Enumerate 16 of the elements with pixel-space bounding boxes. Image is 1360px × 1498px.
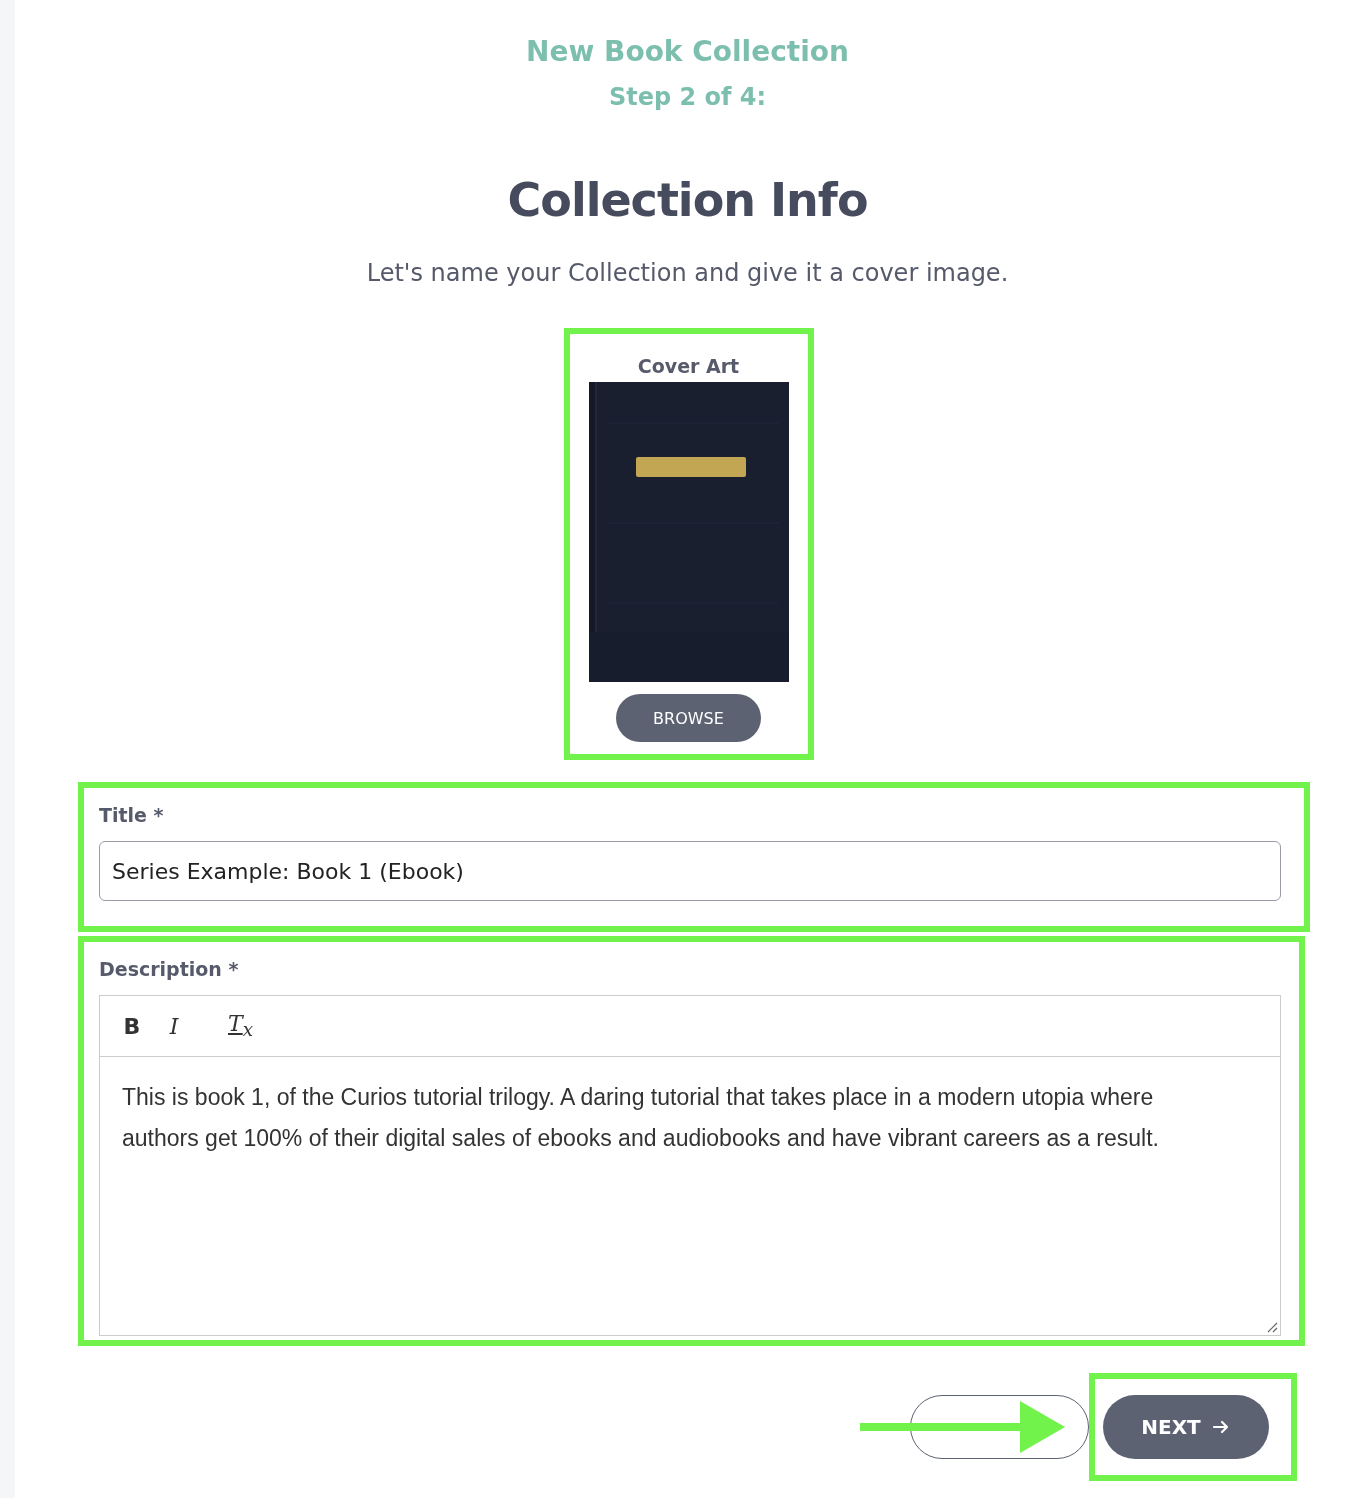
italic-button[interactable]: I — [160, 1013, 188, 1039]
browse-button[interactable]: BROWSE — [616, 694, 761, 742]
page-heading: Collection Info — [507, 172, 868, 228]
resize-grip-icon[interactable] — [1266, 1321, 1278, 1333]
title-label: Title * — [99, 803, 165, 827]
wizard-title: New Book Collection — [526, 34, 849, 70]
page-subtitle: Let's name your Collection and give it a cover image. — [366, 258, 1009, 288]
description-editor[interactable] — [99, 995, 1281, 1336]
step-indicator: Step 2 of 4: — [608, 82, 767, 112]
description-text: This is book 1, of the Curios tutorial trilogy. A daring tutorial that takes place in a modern utopia where authors get 100% of their digital sales of ebooks and audiobooks and have vibrant careers as a result. — [121, 1083, 1160, 1153]
next-button[interactable]: NEXT — [1103, 1395, 1269, 1459]
cover-art-label: Cover Art — [637, 354, 740, 378]
clear-format-button[interactable]: T$_{x}$ — [224, 1011, 258, 1041]
bold-button[interactable]: B — [118, 1013, 146, 1039]
description-label: Description * — [99, 957, 240, 981]
title-input[interactable]: Series Example: Book 1 (Ebook) — [99, 841, 1281, 901]
